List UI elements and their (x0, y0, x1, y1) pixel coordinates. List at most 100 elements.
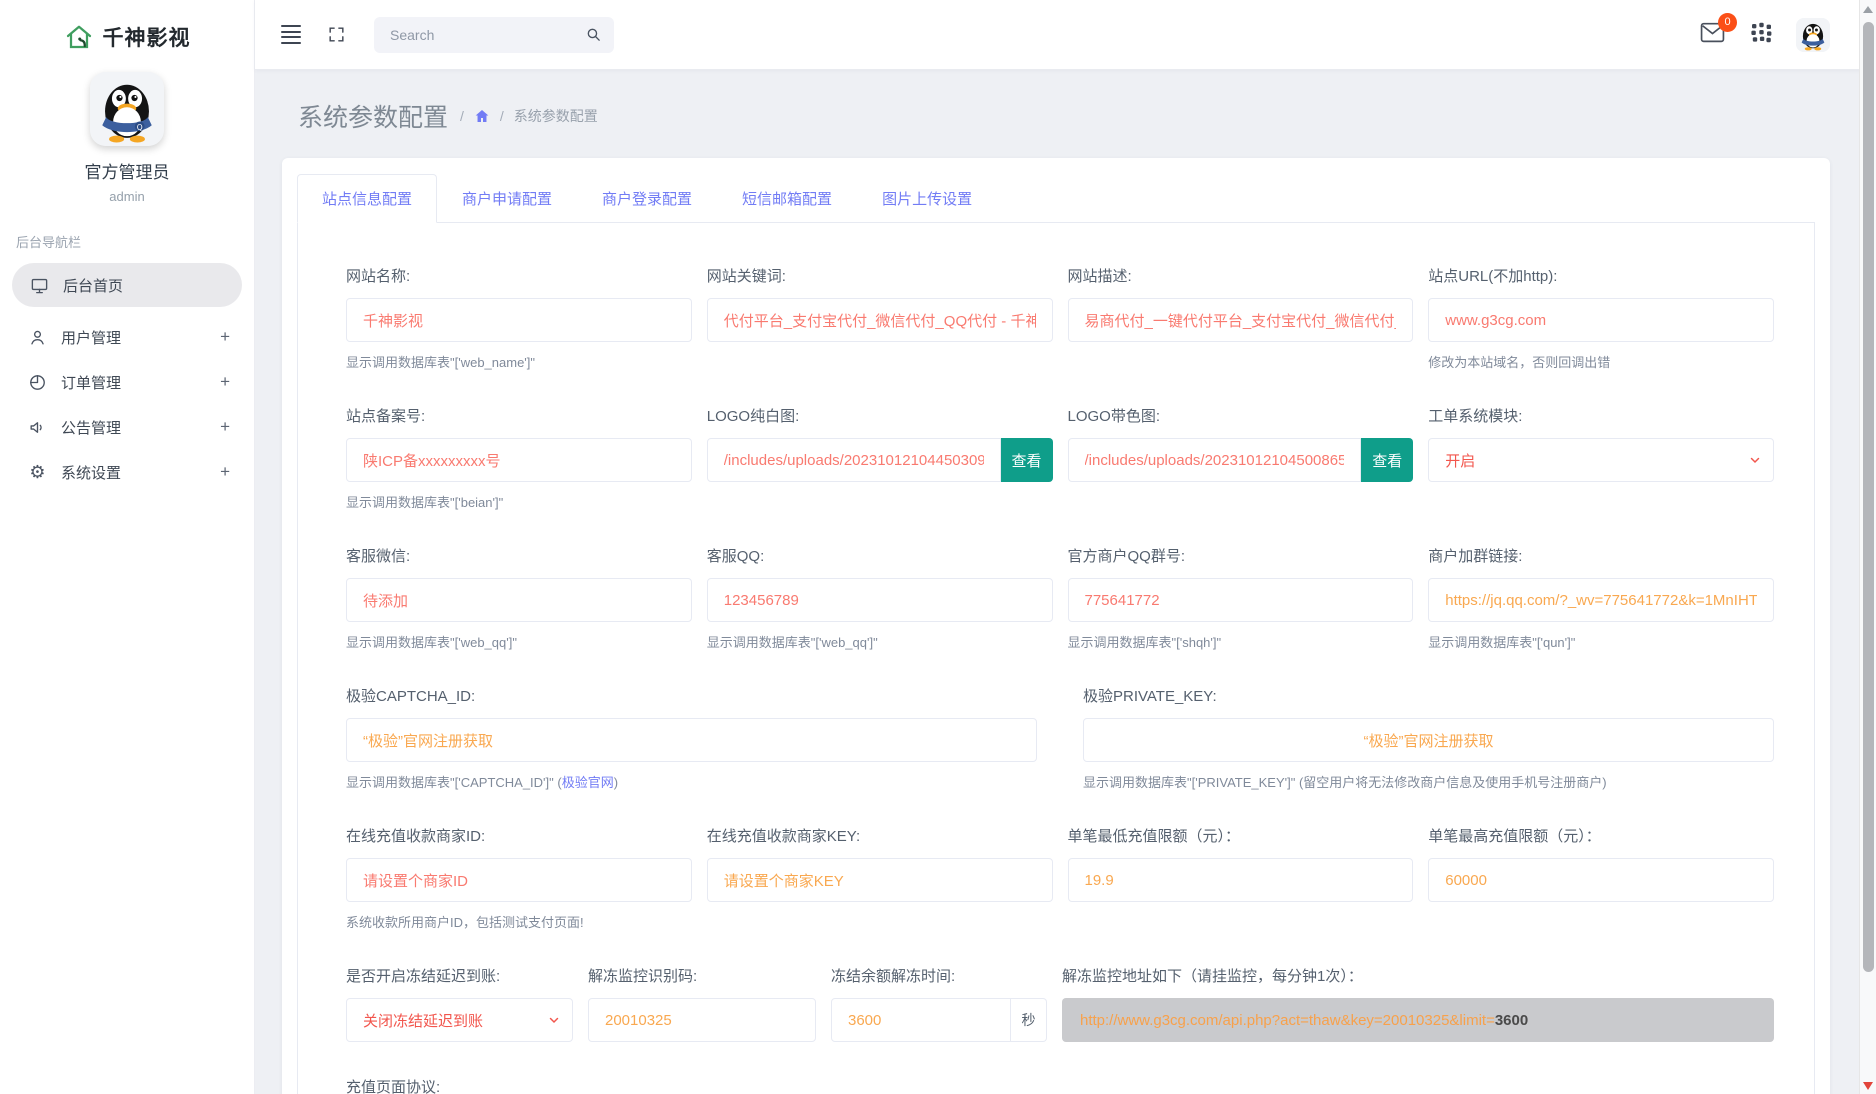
hamburger-menu-icon[interactable] (281, 25, 301, 44)
field-label: 是否开启冻结延迟到账: (346, 965, 573, 986)
qq-input[interactable] (707, 578, 1053, 622)
monitor-code-input[interactable] (588, 998, 816, 1042)
max-amount-input[interactable] (1428, 858, 1774, 902)
field-merchant-id: 在线充值收款商家ID: 系统收款所用商户ID，包括测试支付页面! (346, 825, 692, 931)
unfreeze-time-input[interactable] (831, 998, 1011, 1042)
scrollbar[interactable] (1859, 0, 1876, 1094)
profile: Q 官方管理员 admin (0, 58, 254, 208)
scroll-down-arrow-icon[interactable] (1863, 1082, 1873, 1090)
page-content: 系统参数配置 / / 系统参数配置 站点信息配置 商户申请配置 商户登录配置 短… (255, 70, 1876, 1094)
ticket-module-select[interactable]: 开启 (1428, 438, 1774, 482)
merchant-key-input[interactable] (707, 858, 1053, 902)
field-help: 显示调用数据库表"['web_qq']" (707, 632, 1053, 651)
monitor-url-limit: 3600 (1495, 1012, 1528, 1029)
brand[interactable]: 千神影视 (0, 0, 254, 58)
qq-group-input[interactable] (1068, 578, 1414, 622)
sidebar-item-label: 系统设置 (61, 462, 206, 483)
form-row: 客服微信: 显示调用数据库表"['web_qq']" 客服QQ: 显示调用数据库… (346, 545, 1774, 651)
freeze-delay-select[interactable]: 关闭冻结延迟到账 (346, 998, 573, 1042)
sidebar-item-users[interactable]: 用户管理 + (0, 315, 254, 359)
field-wechat: 客服微信: 显示调用数据库表"['web_qq']" (346, 545, 692, 651)
keywords-input[interactable] (707, 298, 1053, 342)
field-ticket-module: 工单系统模块: 开启 (1428, 405, 1774, 511)
field-monitor-code: 解冻监控识别码: (588, 965, 816, 1042)
monitor-icon (30, 276, 49, 295)
expand-plus-icon: + (220, 327, 230, 347)
form-row: 在线充值收款商家ID: 系统收款所用商户ID，包括测试支付页面! 在线充值收款商… (346, 825, 1774, 931)
messages-button[interactable]: 0 (1700, 22, 1725, 48)
field-label: 单笔最低充值限额（元）： (1068, 825, 1414, 846)
captcha-id-input[interactable] (346, 718, 1037, 762)
home-icon[interactable] (474, 108, 490, 124)
field-beian: 站点备案号: 显示调用数据库表"['beian']" (346, 405, 692, 511)
form-row: 是否开启冻结延迟到账: 关闭冻结延迟到账 解冻监控识别码: 冻结余额解冻时间: (346, 965, 1774, 1042)
sidebar-item-label: 后台首页 (63, 275, 218, 296)
site-name-input[interactable] (346, 298, 692, 342)
field-help: 显示调用数据库表"['PRIVATE_KEY']" (留空用户将无法修改商户信息… (1083, 772, 1774, 791)
min-amount-input[interactable] (1068, 858, 1414, 902)
field-help: 显示调用数据库表"['beian']" (346, 492, 692, 511)
field-label: 商户加群链接: (1428, 545, 1774, 566)
private-key-input[interactable] (1083, 718, 1774, 762)
svg-text:Q: Q (137, 123, 143, 132)
sidebar-item-settings[interactable]: ⚙ 系统设置 + (0, 450, 254, 494)
tab-site-info[interactable]: 站点信息配置 (297, 174, 437, 223)
logo-color-input[interactable] (1068, 438, 1362, 482)
profile-name: 官方管理员 (0, 158, 254, 183)
logo-white-input[interactable] (707, 438, 1001, 482)
sidebar-item-announcements[interactable]: 公告管理 + (0, 405, 254, 449)
brand-name: 千神影视 (103, 22, 191, 52)
sidebar-item-dashboard[interactable]: 后台首页 (12, 263, 242, 307)
tab-image-upload[interactable]: 图片上传设置 (857, 174, 997, 223)
scroll-up-arrow-icon[interactable] (1863, 6, 1873, 13)
wechat-input[interactable] (346, 578, 692, 622)
geetest-link[interactable]: 极验官网 (562, 775, 614, 790)
tab-sms-mail[interactable]: 短信邮箱配置 (717, 174, 857, 223)
search-icon[interactable] (585, 26, 602, 43)
description-input[interactable] (1068, 298, 1414, 342)
avatar[interactable]: Q (90, 72, 164, 146)
brand-house-icon (64, 22, 94, 52)
fullscreen-icon[interactable] (327, 25, 346, 44)
field-label: 极验PRIVATE_KEY: (1083, 685, 1774, 706)
field-qq: 客服QQ: 显示调用数据库表"['web_qq']" (707, 545, 1053, 651)
field-captcha-id: 极验CAPTCHA_ID: 显示调用数据库表"['CAPTCHA_ID']" (… (346, 685, 1037, 791)
field-label: 站点URL(不加http): (1428, 265, 1774, 286)
view-logo-white-button[interactable]: 查看 (1001, 438, 1053, 482)
user-avatar[interactable] (1796, 18, 1830, 52)
field-logo-color: LOGO带色图: 查看 (1068, 405, 1414, 511)
speaker-icon (28, 418, 47, 437)
sidebar: 千神影视 Q 官方管理员 admin 后台导航栏 后台首页 用户管理 + (0, 0, 255, 1094)
site-url-input[interactable] (1428, 298, 1774, 342)
scrollbar-thumb[interactable] (1863, 22, 1874, 972)
gear-icon: ⚙ (28, 463, 47, 482)
view-logo-color-button[interactable]: 查看 (1361, 438, 1413, 482)
sidebar-item-orders[interactable]: 订单管理 + (0, 360, 254, 404)
field-merchant-key: 在线充值收款商家KEY: (707, 825, 1053, 931)
search-input[interactable] (390, 27, 585, 43)
field-label: LOGO纯白图: (707, 405, 1053, 426)
field-private-key: 极验PRIVATE_KEY: 显示调用数据库表"['PRIVATE_KEY']"… (1083, 685, 1774, 791)
tab-merchant-login[interactable]: 商户登录配置 (577, 174, 717, 223)
page-head: 系统参数配置 / / 系统参数配置 (298, 98, 1830, 134)
main-area: 0 系统参数配置 / / 系统参数配置 (255, 0, 1876, 1094)
field-label: 网站关键词: (707, 265, 1053, 286)
group-link-input[interactable] (1428, 578, 1774, 622)
tab-merchant-apply[interactable]: 商户申请配置 (437, 174, 577, 223)
field-monitor-url: 解冻监控地址如下（请挂监控，每分钟1次）： http://www.g3cg.co… (1062, 965, 1774, 1042)
page-title: 系统参数配置 (298, 98, 448, 134)
merchant-id-input[interactable] (346, 858, 692, 902)
field-site-name: 网站名称: 显示调用数据库表"['web_name']" (346, 265, 692, 371)
field-min-amount: 单笔最低充值限额（元）： (1068, 825, 1414, 931)
field-unfreeze-time: 冻结余额解冻时间: 秒 (831, 965, 1047, 1042)
form-row: 站点备案号: 显示调用数据库表"['beian']" LOGO纯白图: 查看 (346, 405, 1774, 511)
user-icon (28, 328, 47, 347)
field-label: 官方商户QQ群号: (1068, 545, 1414, 566)
field-label: 工单系统模块: (1428, 405, 1774, 426)
breadcrumb-separator: / (500, 108, 504, 124)
breadcrumb-separator: / (460, 108, 464, 124)
apps-icon[interactable] (1751, 22, 1772, 48)
field-help: 修改为本站域名，否则回调出错 (1428, 352, 1774, 371)
admin-app: 千神影视 Q 官方管理员 admin 后台导航栏 后台首页 用户管理 + (0, 0, 1876, 1094)
beian-input[interactable] (346, 438, 692, 482)
